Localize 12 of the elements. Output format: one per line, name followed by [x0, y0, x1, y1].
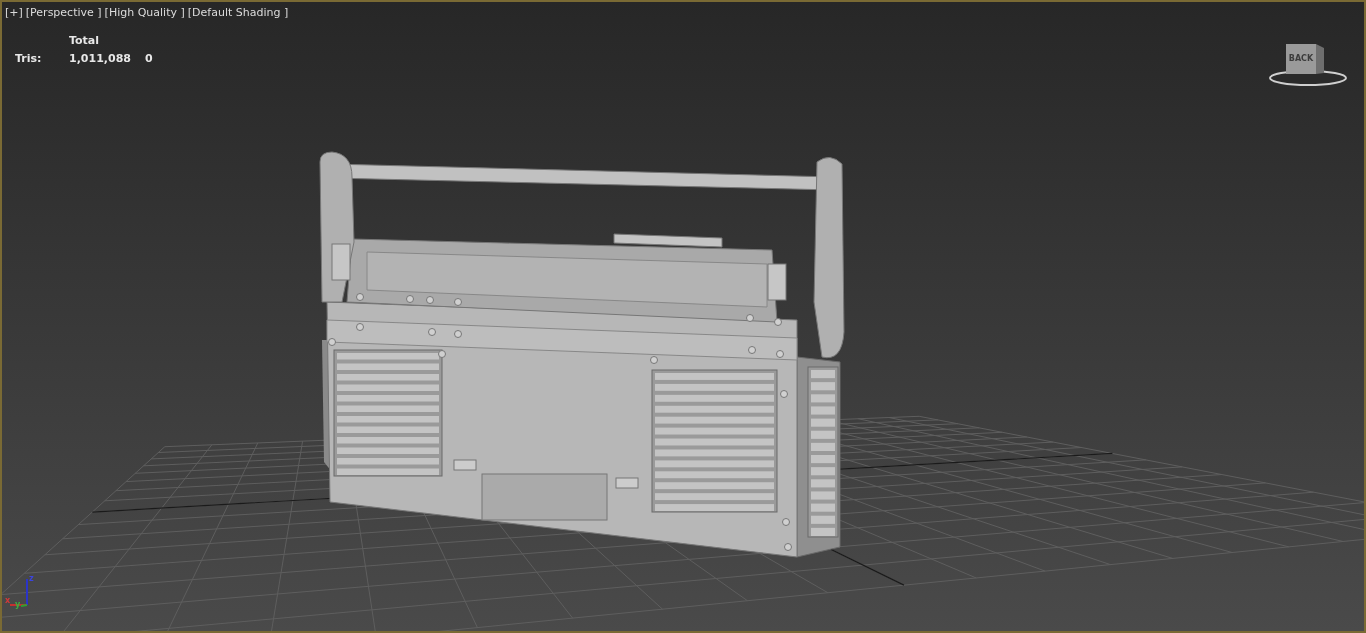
stats-value: 1,011,088 — [69, 51, 131, 67]
stats-label: Tris: — [15, 51, 43, 67]
viewcube-face-label[interactable]: BACK — [1286, 44, 1316, 74]
stats-column-header: Total — [69, 32, 101, 49]
viewport-menu-label[interactable]: [Default Shading ] — [187, 5, 289, 22]
stats-value: 0 — [144, 51, 153, 67]
viewport-menu-label[interactable]: [High Quality ] — [104, 5, 185, 22]
axis-label: x — [5, 595, 11, 607]
axis-label: z — [29, 573, 34, 585]
axis-label: y — [15, 599, 21, 611]
viewport-menu-label[interactable]: [+] — [5, 5, 23, 22]
viewport-menu-label[interactable]: [Perspective ] — [25, 5, 102, 22]
